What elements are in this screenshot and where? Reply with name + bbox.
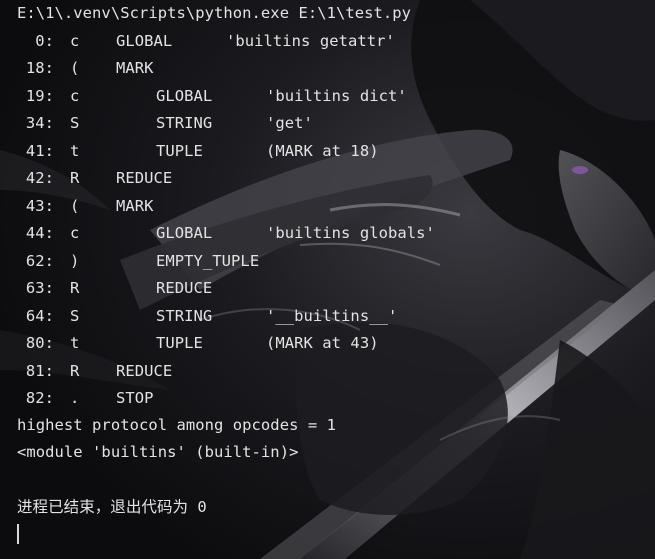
disassembly-row: 44: c GLOBAL 'builtins globals' [0, 223, 435, 243]
opcode-offset: 43: [25, 197, 54, 215]
disassembly-row: 81: R REDUCE [0, 361, 226, 381]
opcode-char: t [70, 142, 80, 160]
opcode-offset: 44: [25, 224, 54, 242]
result-line: <module 'builtins' (built-in)> [17, 443, 299, 461]
opcode-char: t [70, 334, 80, 352]
disassembly-row: 43: ( MARK [0, 196, 226, 216]
opcode-name: GLOBAL [156, 87, 213, 105]
opcode-offset: 64: [25, 307, 54, 325]
protocol-line: highest protocol among opcodes = 1 [17, 416, 336, 434]
opcode-offset: 19: [25, 87, 54, 105]
opcode-offset: 42: [25, 169, 54, 187]
terminal-window[interactable]: E:\1\.venv\Scripts\python.exe E:\1\test.… [0, 0, 655, 559]
exit-code-line: 进程已结束，退出代码为 0 [17, 498, 207, 516]
opcode-char: R [70, 279, 80, 297]
opcode-name: EMPTY_TUPLE [156, 252, 260, 270]
opcode-offset: 80: [25, 334, 54, 352]
text-cursor [17, 524, 19, 544]
opcode-name: MARK [116, 197, 154, 215]
opcode-offset: 62: [25, 252, 54, 270]
disassembly-row: 18: ( MARK [0, 58, 226, 78]
opcode-name: STOP [116, 389, 154, 407]
disassembly-row: 82:. STOP [0, 388, 226, 408]
opcode-name: REDUCE [156, 279, 213, 297]
opcode-offset: 41: [25, 142, 54, 160]
disassembly-row: 41: t TUPLE (MARK at 18) [0, 141, 379, 161]
opcode-char: S [70, 307, 80, 325]
opcode-char: . [70, 389, 80, 407]
opcode-argument: 'builtins dict' [266, 87, 407, 105]
opcode-name: REDUCE [116, 362, 173, 380]
disassembly-row: 34: S STRING 'get' [0, 113, 313, 133]
disassembly-row: 64: S STRING '__builtins__' [0, 306, 397, 326]
disassembly-row: 63: R REDUCE [0, 278, 266, 298]
command-line: E:\1\.venv\Scripts\python.exe E:\1\test.… [17, 4, 412, 22]
opcode-name: GLOBAL [116, 32, 173, 50]
opcode-name: MARK [116, 59, 154, 77]
disassembly-row: 80: t TUPLE (MARK at 43) [0, 333, 379, 353]
opcode-char: R [70, 362, 80, 380]
opcode-argument: '__builtins__' [266, 307, 398, 325]
disassembly-row: 42: R REDUCE [0, 168, 226, 188]
disassembly-row: 62:) EMPTY_TUPLE [0, 251, 266, 271]
opcode-char: c [70, 87, 80, 105]
opcode-char: c [70, 32, 80, 50]
terminal-output[interactable]: E:\1\.venv\Scripts\python.exe E:\1\test.… [0, 0, 655, 559]
opcode-argument: 'builtins globals' [266, 224, 435, 242]
opcode-name: STRING [156, 307, 213, 325]
opcode-name: TUPLE [156, 334, 203, 352]
opcode-argument: (MARK at 18) [266, 142, 379, 160]
opcode-argument: 'builtins getattr' [226, 32, 395, 50]
opcode-char: c [70, 224, 80, 242]
opcode-offset: 81: [25, 362, 54, 380]
opcode-char: ( [70, 197, 80, 215]
opcode-offset: 34: [25, 114, 54, 132]
opcode-name: STRING [156, 114, 213, 132]
opcode-argument: 'get' [266, 114, 313, 132]
opcode-offset: 18: [25, 59, 54, 77]
opcode-offset: 0: [35, 32, 54, 50]
opcode-char: ( [70, 59, 80, 77]
opcode-name: REDUCE [116, 169, 173, 187]
opcode-char: R [70, 169, 80, 187]
disassembly-row: 0: c GLOBAL 'builtins getattr' [0, 31, 395, 51]
opcode-offset: 63: [25, 279, 54, 297]
opcode-name: GLOBAL [156, 224, 213, 242]
opcode-char: ) [70, 252, 80, 270]
opcode-name: TUPLE [156, 142, 203, 160]
opcode-argument: (MARK at 43) [266, 334, 379, 352]
opcode-offset: 82: [25, 389, 54, 407]
disassembly-row: 19: c GLOBAL 'builtins dict' [0, 86, 407, 106]
opcode-char: S [70, 114, 80, 132]
